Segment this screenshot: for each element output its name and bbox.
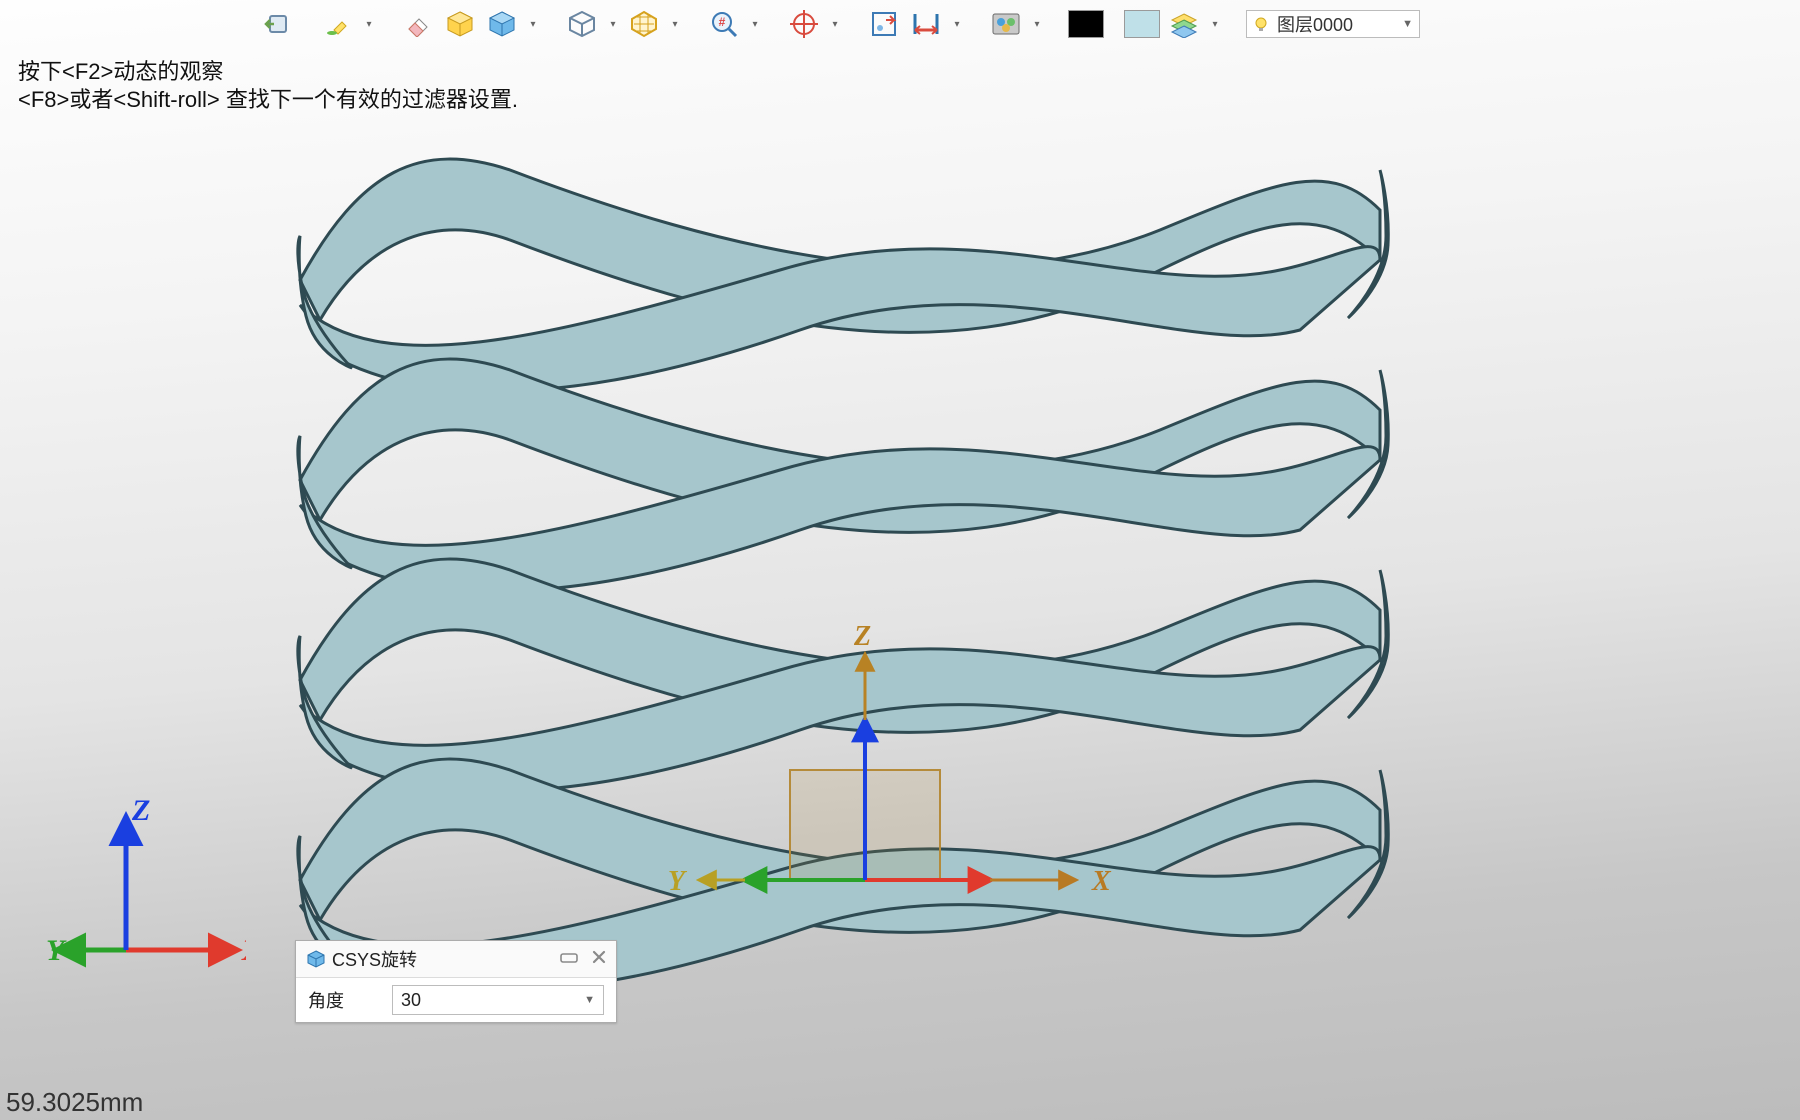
dimension-dropdown[interactable]: ▾ bbox=[950, 6, 964, 42]
eraser-icon[interactable] bbox=[400, 6, 436, 42]
hex-mesh-dropdown[interactable]: ▾ bbox=[668, 6, 682, 42]
crosshair-icon[interactable] bbox=[786, 6, 822, 42]
angle-combo[interactable]: 30 ▼ bbox=[392, 985, 604, 1015]
assembly-icon[interactable] bbox=[988, 6, 1024, 42]
hex-mesh-icon[interactable] bbox=[626, 6, 662, 42]
angle-label: 角度 bbox=[308, 987, 378, 1013]
color-swatch-light[interactable] bbox=[1124, 10, 1160, 38]
csys-dialog-titlebar[interactable]: CSYS旋转 bbox=[296, 941, 616, 978]
layers-dropdown[interactable]: ▾ bbox=[1208, 6, 1222, 42]
wcs-x-label: X bbox=[1091, 866, 1112, 897]
angle-value: 30 bbox=[401, 990, 421, 1011]
csys-rotate-dialog[interactable]: CSYS旋转 角度 30 ▼ bbox=[295, 940, 617, 1023]
hash-lens-dropdown[interactable]: ▾ bbox=[748, 6, 762, 42]
wcs-z-label: Z bbox=[853, 621, 871, 652]
wire-box-dropdown[interactable]: ▾ bbox=[606, 6, 620, 42]
main-toolbar: ▾ ▾ ▾ ▾ # ▾ ▾ ▾ ▾ ▾ bbox=[260, 4, 1420, 44]
highlight-dropdown[interactable]: ▾ bbox=[362, 6, 376, 42]
csys-dialog-title: CSYS旋转 bbox=[332, 946, 417, 972]
color-swatch-black[interactable] bbox=[1068, 10, 1104, 38]
highlight-icon[interactable] bbox=[320, 6, 356, 42]
csys-cube-icon bbox=[306, 949, 326, 969]
wire-box-icon[interactable] bbox=[564, 6, 600, 42]
crosshair-dropdown[interactable]: ▾ bbox=[828, 6, 842, 42]
hint-line-2: <F8>或者<Shift-roll> 查找下一个有效的过滤器设置. bbox=[18, 82, 518, 114]
svg-text:#: # bbox=[719, 15, 726, 29]
hash-lens-icon[interactable]: # bbox=[706, 6, 742, 42]
shaded-box-icon[interactable] bbox=[442, 6, 478, 42]
layers-icon[interactable] bbox=[1166, 6, 1202, 42]
import-icon[interactable] bbox=[260, 6, 296, 42]
layer-combo-label: 图层0000 bbox=[1277, 11, 1353, 37]
blue-box-dropdown[interactable]: ▾ bbox=[526, 6, 540, 42]
assembly-dropdown[interactable]: ▾ bbox=[1030, 6, 1044, 42]
fit-view-icon[interactable] bbox=[866, 6, 902, 42]
wcs-y-label: Y bbox=[668, 866, 688, 897]
dimension-icon[interactable] bbox=[908, 6, 944, 42]
blue-box-icon[interactable] bbox=[484, 6, 520, 42]
graphics-viewport[interactable]: X Y Z bbox=[0, 0, 1800, 1120]
dialog-close-icon[interactable] bbox=[592, 950, 606, 969]
dialog-collapse-icon[interactable] bbox=[560, 950, 578, 969]
status-measurement: 59.3025mm bbox=[6, 1087, 143, 1118]
layer-combo[interactable]: 图层0000 ▼ bbox=[1246, 10, 1420, 38]
lightbulb-icon bbox=[1253, 16, 1269, 32]
